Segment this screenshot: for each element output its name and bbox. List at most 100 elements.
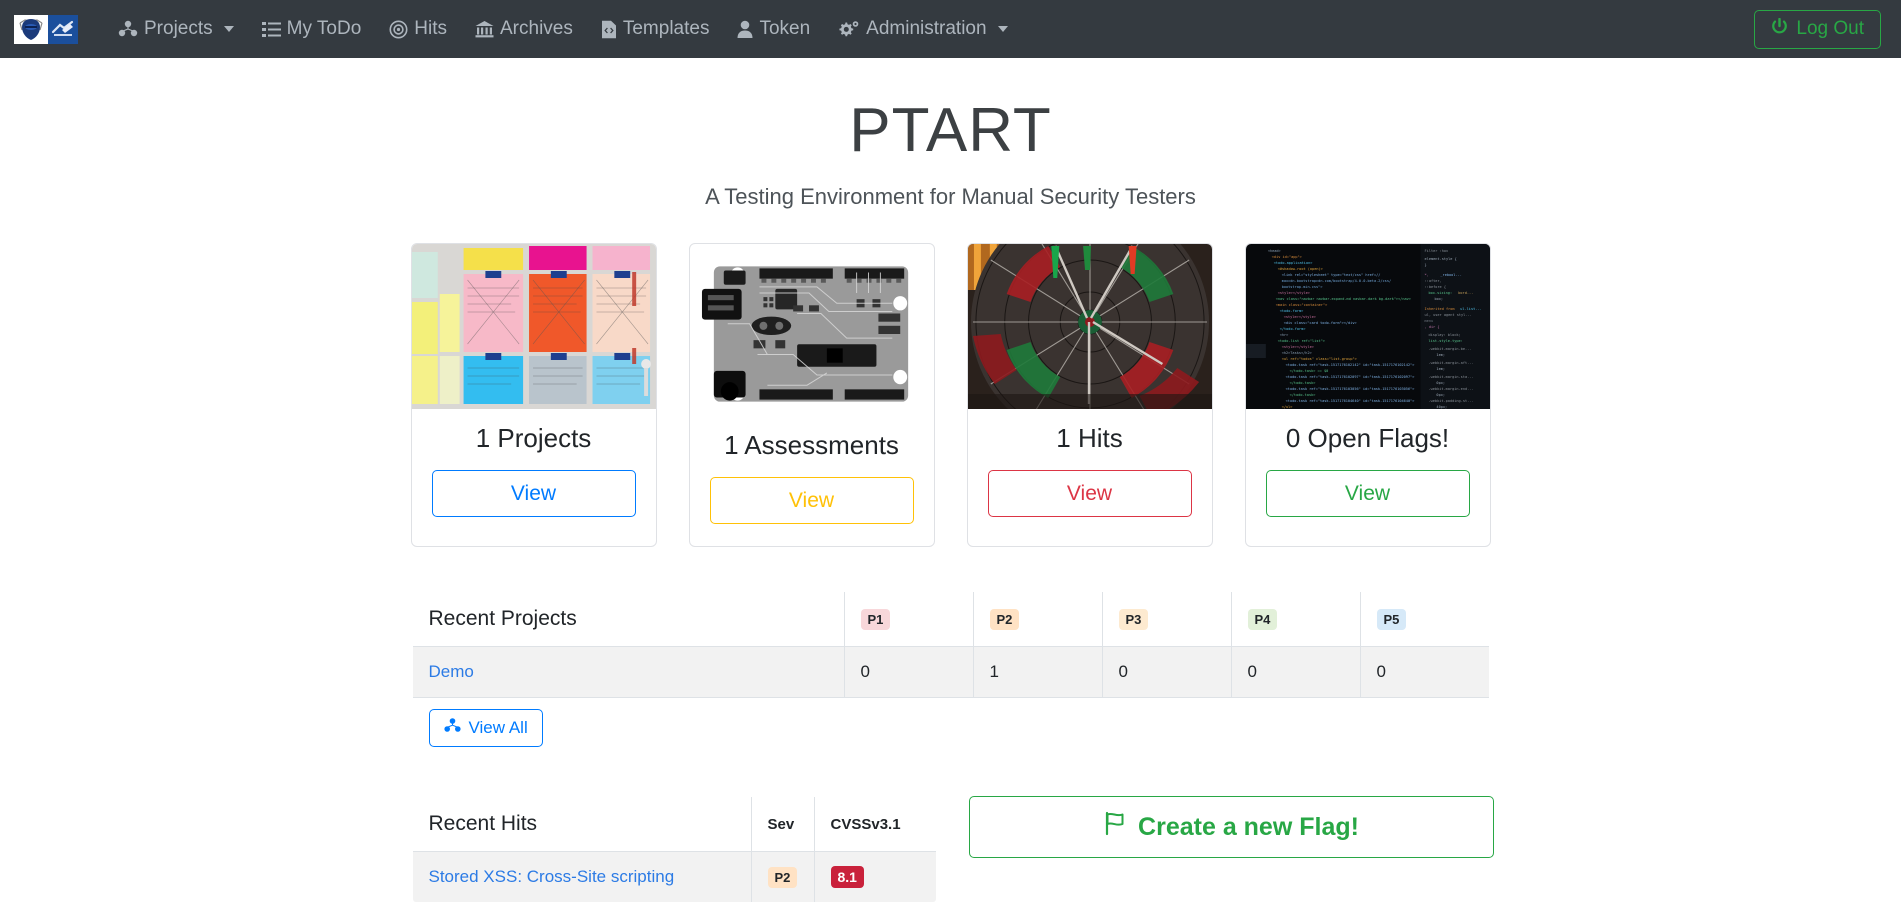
card-view-button-assessments[interactable]: View <box>709 477 914 525</box>
project-name-cell: Demo <box>412 646 845 699</box>
column-header-p4: P4 <box>1231 592 1361 648</box>
project-link-demo[interactable]: Demo <box>429 662 474 681</box>
card-title: 1 Assessments <box>724 430 899 460</box>
svg-text:list-style-type:: list-style-type: <box>1428 339 1462 343</box>
column-header-p2: P2 <box>973 592 1103 648</box>
svg-text:<main class="container">: <main class="container"> <box>1275 303 1326 307</box>
svg-text:<div class="card todo-form"></: <div class="card todo-form"></div> <box>1283 321 1356 325</box>
svg-text:-webkit-margin-end...: -webkit-margin-end... <box>1428 387 1473 391</box>
svg-text:Inherited from: Inherited from <box>1424 307 1454 311</box>
svg-text:-webkit-margin-sta...: -webkit-margin-sta... <box>1428 375 1473 379</box>
file-code-icon <box>601 20 617 39</box>
card-open-flags: <head> <div id="app"> <todo-application>… <box>1244 243 1491 548</box>
svg-text:<todo-task ref="task-151717610: <todo-task ref="task-1517176104640" id="… <box>1285 399 1414 403</box>
nav-item-hits[interactable]: Hits <box>375 12 461 46</box>
page-content: PTART A Testing Environment for Manual S… <box>0 58 1901 904</box>
nav-label: Token <box>759 18 811 39</box>
code-screen-photo: <head> <div id="app"> <todo-application>… <box>1245 244 1490 409</box>
chevron-down-icon <box>997 26 1008 32</box>
svg-text:::after,: ::after, <box>1424 279 1441 283</box>
svg-text:}: } <box>1424 263 1426 267</box>
nav-label: My ToDo <box>286 18 362 39</box>
recent-hits-panel: Recent Hits Sev CVSSv3.1 Stored XSS: Cro… <box>411 796 937 904</box>
ptart-shield-logo-icon <box>14 14 48 44</box>
badge-p5: P5 <box>1376 608 1407 630</box>
nav-item-templates[interactable]: Templates <box>587 12 724 46</box>
column-header-cvss: CVSSv3.1 <box>814 797 936 853</box>
svg-text:bootstrap.min.css">: bootstrap.min.css"> <box>1281 285 1322 289</box>
badge-severity: P2 <box>767 866 798 888</box>
svg-text:menu: menu <box>1424 319 1433 323</box>
badge-p3: P3 <box>1118 608 1149 630</box>
svg-text:1em;: 1em; <box>1436 367 1445 371</box>
page-subtitle: A Testing Environment for Manual Securit… <box>705 184 1196 209</box>
svg-text:_rebool...: _rebool... <box>1440 273 1461 277</box>
recent-projects-table: Recent Projects P1 P2 P3 P4 P5 Demo 0 1 … <box>411 591 1490 759</box>
project-p4-count: 0 <box>1231 646 1361 699</box>
flag-icon <box>1103 811 1128 843</box>
card-view-button-projects[interactable]: View <box>431 470 636 518</box>
column-header-sev: Sev <box>751 797 815 853</box>
bank-icon <box>475 20 494 38</box>
brand-logo-link[interactable] <box>14 14 78 44</box>
svg-text:<ul ref="todos" class="list-gr: <ul ref="todos" class="list-group"> <box>1281 357 1356 361</box>
badge-p4: P4 <box>1247 608 1278 630</box>
svg-text:, dir {: , dir { <box>1424 325 1439 329</box>
table-header-row: Recent Projects P1 P2 P3 P4 P5 <box>412 592 1489 648</box>
svg-text:<style></style>: <style></style> <box>1277 291 1309 295</box>
card-projects: 1 Projects View <box>410 243 657 548</box>
dartboard-photo <box>967 244 1212 409</box>
svg-text:</todo-task>: </todo-task> <box>1289 393 1315 397</box>
create-flag-label: Create a new Flag! <box>1138 812 1359 841</box>
power-icon <box>1771 17 1788 41</box>
svg-text:<todo-application>: <todo-application> <box>1273 261 1312 265</box>
svg-text:</todo-task> == $0: </todo-task> == $0 <box>1289 369 1328 373</box>
nav-item-my-todo[interactable]: My ToDo <box>248 12 376 46</box>
card-view-button-open-flags[interactable]: View <box>1265 470 1470 518</box>
table-row: Demo 0 1 0 0 0 <box>412 646 1489 699</box>
table-footer-row: View All <box>412 697 1489 758</box>
svg-text:<#shadow-root (open)>: <#shadow-root (open)> <box>1277 267 1322 271</box>
hit-link-stored-xss[interactable]: Stored XSS: Cross-Site scripting <box>429 867 675 886</box>
svg-text:element.style {: element.style { <box>1424 257 1456 261</box>
card-body: 0 Open Flags! View <box>1246 409 1490 546</box>
svg-text:<todo-list ref="list">: <todo-list ref="list"> <box>1277 339 1324 343</box>
nav-item-projects[interactable]: Projects <box>104 12 248 46</box>
card-title: 1 Projects <box>475 423 592 453</box>
svg-text:<style></style>: <style></style> <box>1283 315 1315 319</box>
create-new-flag-button[interactable]: Create a new Flag! <box>968 796 1494 859</box>
nav-label: Archives <box>500 18 573 39</box>
svg-text:</todo-task>: </todo-task> <box>1289 381 1315 385</box>
nav-label: Projects <box>144 18 213 39</box>
svg-text:Filter :hov: Filter :hov <box>1424 249 1448 253</box>
svg-text:<head>: <head> <box>1267 249 1280 253</box>
logout-button[interactable]: Log Out <box>1754 9 1881 49</box>
badge-p1: P1 <box>860 608 891 630</box>
column-header-p5: P5 <box>1360 592 1489 648</box>
svg-text:<todo-task ref="task-151717610: <todo-task ref="task-1517176102097" id="… <box>1285 375 1414 379</box>
page-title: PTART <box>849 96 1052 165</box>
svg-text:::before {: ::before { <box>1424 285 1445 289</box>
svg-text:<todo-task ref="task-151717610: <todo-task ref="task-1517176103056" id="… <box>1285 387 1414 391</box>
nav-item-token[interactable]: Token <box>723 12 824 46</box>
nav-item-administration[interactable]: Administration <box>824 12 1021 46</box>
svg-text:1em;: 1em; <box>1436 353 1445 357</box>
nav-item-archives[interactable]: Archives <box>461 12 587 46</box>
badge-p2: P2 <box>989 608 1020 630</box>
svg-text:-webkit-padding-st...: -webkit-padding-st... <box>1428 399 1473 403</box>
svg-text:<hr>: <hr> <box>1279 333 1288 337</box>
hit-name-cell: Stored XSS: Cross-Site scripting <box>412 851 752 903</box>
view-all-projects-button[interactable]: View All <box>428 708 543 747</box>
svg-text:display: block;: display: block; <box>1428 333 1460 337</box>
secondary-brand-icon <box>48 14 78 44</box>
nav-label: Templates <box>622 18 710 39</box>
svg-text:bord...: bord... <box>1458 291 1473 295</box>
card-view-button-hits[interactable]: View <box>987 470 1192 518</box>
sticky-notes-board-photo <box>411 244 656 409</box>
svg-text:<todo-task ref="task-151717610: <todo-task ref="task-1517176102142" id="… <box>1285 363 1414 367</box>
svg-text:<h2>Tasks</h2>: <h2>Tasks</h2> <box>1281 351 1311 355</box>
top-navbar: Projects My ToDo Hits Archives Templates… <box>0 0 1901 58</box>
svg-text:<nav class="navbar navbar-expa: <nav class="navbar navbar-expand-md navb… <box>1275 297 1410 301</box>
svg-text:<todo-form>: <todo-form> <box>1279 309 1303 313</box>
bottom-row: Recent Hits Sev CVSSv3.1 Stored XSS: Cro… <box>411 796 1494 904</box>
